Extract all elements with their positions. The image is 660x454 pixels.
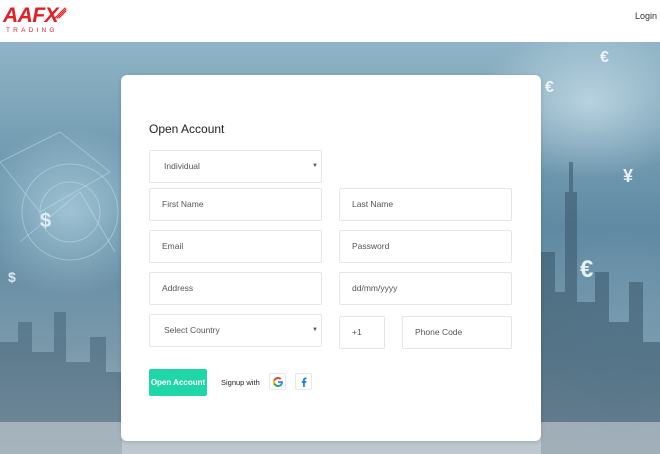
date-of-birth-input[interactable]: dd/mm/yyyy [339,272,512,305]
signup-with-label: Signup with [221,378,260,387]
country-value: Select Country [164,325,220,335]
first-name-input[interactable]: First Name [149,188,322,221]
account-type-value: Individual [164,161,200,171]
country-code-value: +1 [352,327,362,337]
chevron-down-icon: ▼ [312,163,318,169]
phone-placeholder: Phone Code [415,327,463,337]
address-placeholder: Address [162,283,194,293]
google-icon [273,377,283,387]
login-link[interactable]: Login [635,11,657,21]
email-input[interactable]: Email [149,230,322,263]
svg-text:$: $ [8,269,16,285]
dollar-symbol-decor: $ [40,210,51,232]
last-name-input[interactable]: Last Name [339,188,512,221]
svg-text:€: € [545,79,554,96]
page-title: Open Account [149,122,225,136]
country-code-input[interactable]: +1 [339,316,385,349]
password-placeholder: Password [352,241,390,251]
google-signup-button[interactable] [269,373,286,390]
aafx-logo[interactable]: AAFX TRADING [3,5,67,37]
chevron-down-icon: ▼ [312,327,318,333]
hero-background: $ $ € ¥ € € Open Account Individual ▼ Fi… [0,42,660,454]
open-account-button[interactable]: Open Account [149,369,207,396]
svg-text:¥: ¥ [623,166,633,186]
top-navbar: AAFX TRADING Login [0,0,660,42]
date-of-birth-placeholder: dd/mm/yyyy [352,283,398,293]
address-input[interactable]: Address [149,272,322,305]
logo-chart-icon [54,7,67,19]
logo-subtext: TRADING [6,27,58,34]
facebook-signup-button[interactable] [295,373,312,390]
logo-wordmark: AAFX [3,4,59,27]
facebook-icon [301,377,307,387]
country-select[interactable]: Select Country ▼ [149,314,322,347]
password-input[interactable]: Password [339,230,512,263]
last-name-placeholder: Last Name [352,199,394,209]
svg-text:€: € [580,256,593,283]
open-account-card: Open Account Individual ▼ First Name Las… [121,75,541,441]
account-type-select[interactable]: Individual ▼ [149,150,322,183]
phone-input[interactable]: Phone Code [402,316,512,349]
svg-text:€: € [600,49,609,66]
email-placeholder: Email [162,241,184,251]
first-name-placeholder: First Name [162,199,204,209]
